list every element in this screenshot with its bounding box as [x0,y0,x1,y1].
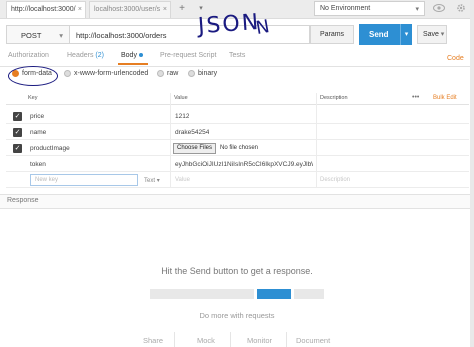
tab-label: localhost:3000/user/s [94,6,161,13]
chevron-down-icon: ▾ [59,31,63,40]
eye-icon[interactable] [430,1,447,16]
tab-body-label: Body [121,52,137,59]
row-value[interactable]: eyJhbGciOiJIUzI1NiIsInR5cCI6IkpXVCJ9.eyJ… [175,161,313,168]
tab-authorization[interactable]: Authorization [8,52,49,59]
scrollbar[interactable] [470,0,474,347]
row-checkbox[interactable]: ✓ [13,112,22,121]
placeholder-bar [294,289,324,299]
monitor-link[interactable]: Monitor [247,336,272,345]
radio-icon [188,70,195,77]
response-label: Response [7,197,39,204]
row-checkbox[interactable]: ✓ [13,144,22,153]
close-icon[interactable]: × [163,6,167,13]
handwritten-circle [8,66,58,86]
type-value: Text [144,178,156,184]
tab-tests[interactable]: Tests [229,52,245,59]
radio-label: x-www-form-urlencoded [74,70,149,77]
tab-localhost-root[interactable]: http://localhost:3000/ × [6,1,86,18]
mock-link[interactable]: Mock [197,336,215,345]
row-checkbox[interactable]: ✓ [13,128,22,137]
send-dropdown-icon[interactable]: ▾ [400,24,412,45]
file-status: No file chosen [220,145,259,151]
share-link[interactable]: Share [143,336,163,345]
new-tab-button[interactable]: + [175,2,189,16]
document-link[interactable]: Document [296,336,330,345]
gear-icon[interactable] [452,1,469,16]
radio-binary[interactable]: binary [188,70,217,77]
radio-icon [157,70,164,77]
environment-value: No Environment [320,5,371,12]
save-dropdown-icon[interactable]: ▾ [438,25,447,44]
method-value: POST [21,31,42,40]
tab-body[interactable]: Body [121,52,143,59]
params-button[interactable]: Params [310,25,354,44]
close-icon[interactable]: × [78,6,82,13]
radio-icon [64,70,71,77]
handwritten-mark: N [254,15,272,40]
chevron-down-icon: ▾ [156,178,160,184]
tab-prerequest-script[interactable]: Pre-request Script [160,52,216,59]
placeholder-bar-accent [257,289,291,299]
tab-headers[interactable]: Headers (2) [67,52,104,59]
new-key-input[interactable]: New key [30,174,138,186]
table-row [6,108,469,124]
new-description-input[interactable]: Description [320,177,350,183]
row-value[interactable]: 1212 [175,113,189,120]
radio-label: raw [167,70,179,77]
row-key[interactable]: token [30,161,46,168]
choose-files-button[interactable]: Choose Files [173,143,216,154]
environment-select[interactable]: No Environment ▾ [314,1,425,16]
active-dot-icon [138,53,143,58]
active-tab-underline [118,63,148,65]
column-value: Value [174,95,188,101]
column-key: Key [28,95,38,101]
url-input[interactable]: http://localhost:3000/orders [70,25,310,44]
table-header [6,93,469,105]
radio-urlencoded[interactable]: x-www-form-urlencoded [64,70,148,77]
row-value[interactable]: drake54254 [175,129,209,136]
response-hint: Hit the Send button to get a response. [161,266,313,276]
divider [0,66,474,67]
divider [230,332,231,347]
handwritten-annotation: JSON [197,9,262,40]
more-icon[interactable]: ••• [412,94,419,101]
code-link[interactable]: Code [447,55,464,62]
response-header: Response [0,194,474,209]
divider [286,332,287,347]
bulk-edit-link[interactable]: Bulk Edit [433,95,457,101]
type-select[interactable]: Text ▾ [144,177,160,184]
divider [174,332,175,347]
tab-label: http://localhost:3000/ [11,6,76,13]
row-key[interactable]: price [30,113,44,120]
table-row [6,124,469,140]
column-description: Description [320,95,348,101]
method-select[interactable]: POST ▾ [6,25,70,44]
chevron-down-icon: ▾ [415,6,419,13]
row-key[interactable]: productImage [30,145,70,152]
radio-raw[interactable]: raw [157,70,178,77]
headers-count: (2) [95,52,104,59]
placeholder-bar [150,289,254,299]
more-requests-text: Do more with requests [199,311,275,320]
radio-label: binary [198,70,218,77]
tab-localhost-user[interactable]: localhost:3000/user/s × [89,1,171,18]
new-value-input[interactable]: Value [175,177,190,183]
tab-headers-label: Headers [67,52,94,59]
row-key[interactable]: name [30,129,46,136]
